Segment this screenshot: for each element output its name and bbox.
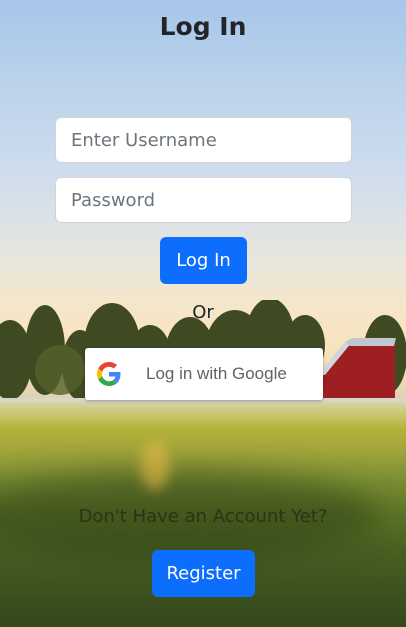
google-icon	[97, 362, 121, 386]
login-screen: Log In Log In Or Log in with Google Don'…	[0, 0, 406, 627]
page-title: Log In	[159, 12, 247, 41]
sun-glow	[140, 440, 170, 490]
username-input[interactable]	[55, 117, 352, 163]
login-button[interactable]: Log In	[160, 237, 247, 284]
google-login-label: Log in with Google	[146, 364, 287, 383]
register-button[interactable]: Register	[152, 550, 255, 597]
register-prompt: Don't Have an Account Yet?	[78, 506, 328, 527]
google-login-button[interactable]: Log in with Google	[85, 348, 323, 400]
password-input[interactable]	[55, 177, 352, 223]
or-divider-text: Or	[192, 302, 214, 323]
